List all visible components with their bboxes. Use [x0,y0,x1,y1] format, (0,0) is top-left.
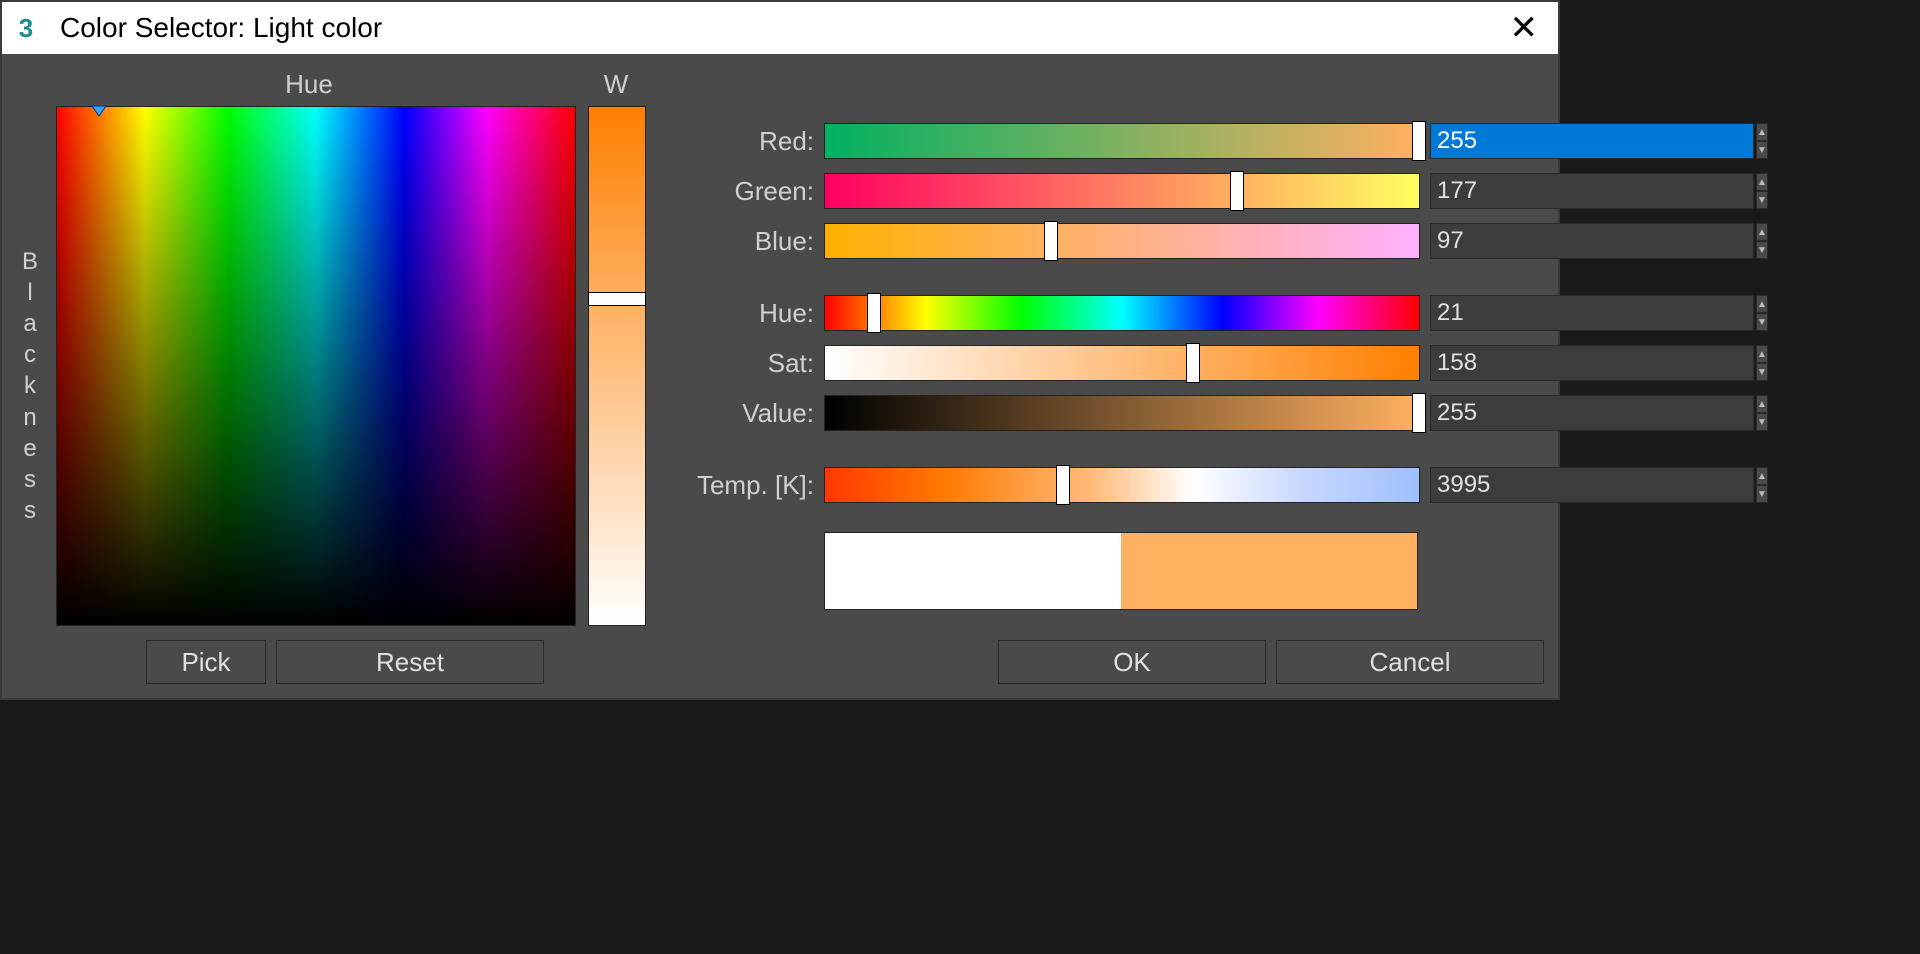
spinner-up-icon[interactable]: ▲ [1756,223,1768,241]
red-label: Red: [658,126,814,157]
slider-row-sat: Sat: ▲▼ [658,342,1544,384]
sat-slider[interactable] [824,345,1420,381]
slider-row-blue: Blue: ▲▼ [658,220,1544,262]
red-input[interactable] [1430,123,1754,159]
green-slider[interactable] [824,173,1420,209]
hue-field-label: Hue [44,69,574,100]
spinner-up-icon[interactable]: ▲ [1756,345,1768,363]
cancel-button[interactable]: Cancel [1276,640,1544,684]
spinner-up-icon[interactable]: ▲ [1756,395,1768,413]
value-slider[interactable] [824,395,1420,431]
slider-row-red: Red: ▲▼ [658,120,1544,162]
value-label: Value: [658,398,814,429]
slider-row-temp: Temp. [K]: ▲▼ [658,464,1544,506]
blue-input[interactable] [1430,223,1754,259]
sat-input[interactable] [1430,345,1754,381]
hue-field-indicator-icon[interactable] [90,104,108,118]
color-selector-window: 3 Color Selector: Light color ✕ Hue W Bl… [0,0,1560,700]
bottom-buttons: Pick Reset OK Cancel [16,640,1544,684]
hue-spinner: ▲▼ [1430,295,1544,331]
hue-input[interactable] [1430,295,1754,331]
hue-label: Hue: [658,298,814,329]
green-spinner: ▲▼ [1430,173,1544,209]
spinner-up-icon[interactable]: ▲ [1756,295,1768,313]
green-label: Green: [658,176,814,207]
reset-button[interactable]: Reset [276,640,544,684]
value-spinner: ▲▼ [1430,395,1544,431]
spinner-down-icon[interactable]: ▼ [1756,241,1768,259]
slider-handle[interactable] [1056,465,1070,505]
blue-spinner: ▲▼ [1430,223,1544,259]
old-color-swatch[interactable] [825,533,1121,609]
red-spinner: ▲▼ [1430,123,1544,159]
spinner-up-icon[interactable]: ▲ [1756,173,1768,191]
value-input[interactable] [1430,395,1754,431]
temp-label: Temp. [K]: [658,470,814,501]
temp-slider[interactable] [824,467,1420,503]
close-icon[interactable]: ✕ [1498,8,1551,48]
spinner-down-icon[interactable]: ▼ [1756,141,1768,159]
right-panel: Red: ▲▼ Green: ▲▼ [658,64,1544,626]
ok-button[interactable]: OK [998,640,1266,684]
blue-slider[interactable] [824,223,1420,259]
dialog-body: Hue W Blackness [2,54,1558,698]
main-row: Hue W Blackness [16,64,1544,626]
new-color-swatch[interactable] [1121,533,1417,609]
left-panel: Hue W Blackness [16,64,646,626]
hue-slider[interactable] [824,295,1420,331]
whiteness-slider[interactable] [588,106,646,626]
window-title: Color Selector: Light color [60,12,1498,44]
spinner-down-icon[interactable]: ▼ [1756,485,1768,503]
blue-label: Blue: [658,226,814,257]
pick-button[interactable]: Pick [146,640,266,684]
color-swatch-compare [824,532,1418,610]
whiteness-handle[interactable] [588,292,646,306]
slider-handle[interactable] [1044,221,1058,261]
spinner-up-icon[interactable]: ▲ [1756,123,1768,141]
sat-label: Sat: [658,348,814,379]
red-slider[interactable] [824,123,1420,159]
sat-spinner: ▲▼ [1430,345,1544,381]
blackness-label: Blackness [16,106,44,626]
slider-row-value: Value: ▲▼ [658,392,1544,434]
slider-row-green: Green: ▲▼ [658,170,1544,212]
temp-spinner: ▲▼ [1430,467,1544,503]
titlebar[interactable]: 3 Color Selector: Light color ✕ [2,2,1558,54]
app-icon: 3 [10,12,42,44]
slider-handle[interactable] [1412,121,1426,161]
green-input[interactable] [1430,173,1754,209]
hue-blackness-field[interactable] [56,106,576,626]
spinner-down-icon[interactable]: ▼ [1756,313,1768,331]
slider-handle[interactable] [867,293,881,333]
temp-input[interactable] [1430,467,1754,503]
slider-handle[interactable] [1186,343,1200,383]
slider-row-hue: Hue: ▲▼ [658,292,1544,334]
spinner-up-icon[interactable]: ▲ [1756,467,1768,485]
slider-handle[interactable] [1230,171,1244,211]
slider-handle[interactable] [1412,393,1426,433]
spinner-down-icon[interactable]: ▼ [1756,191,1768,209]
spinner-down-icon[interactable]: ▼ [1756,363,1768,381]
whiteness-label: W [586,69,646,100]
spinner-down-icon[interactable]: ▼ [1756,413,1768,431]
